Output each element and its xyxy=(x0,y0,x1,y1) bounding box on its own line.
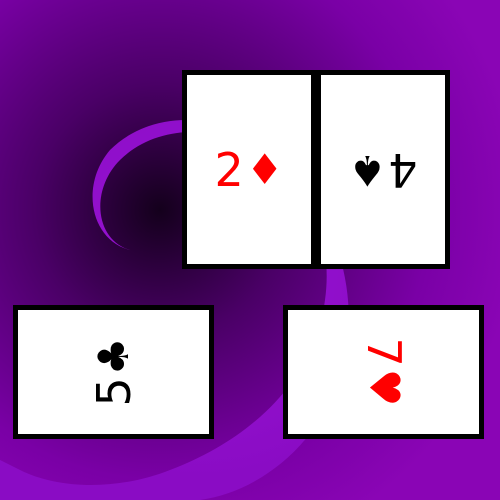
card-face: 2 ♦ xyxy=(215,147,284,193)
diamond-icon: ♦ xyxy=(245,144,284,194)
card-face: 5 ♣ xyxy=(86,337,141,407)
card-rank: 5 xyxy=(86,377,141,407)
heart-icon: ♥ xyxy=(359,368,409,407)
card-7-hearts[interactable]: 7 ♥ xyxy=(283,305,484,439)
card-2-diamonds[interactable]: 2 ♦ xyxy=(182,70,316,269)
club-icon: ♣ xyxy=(88,337,138,376)
card-face: 7 ♥ xyxy=(356,337,411,407)
card-5-clubs[interactable]: 5 ♣ xyxy=(13,305,214,439)
card-rank: 2 xyxy=(214,142,244,197)
card-4-spades[interactable]: 4 ♠ xyxy=(316,70,450,269)
card-rank: 4 xyxy=(388,142,418,197)
card-rank: 7 xyxy=(356,337,411,367)
card-face: 4 ♠ xyxy=(348,142,418,197)
spade-icon: ♠ xyxy=(348,145,387,195)
